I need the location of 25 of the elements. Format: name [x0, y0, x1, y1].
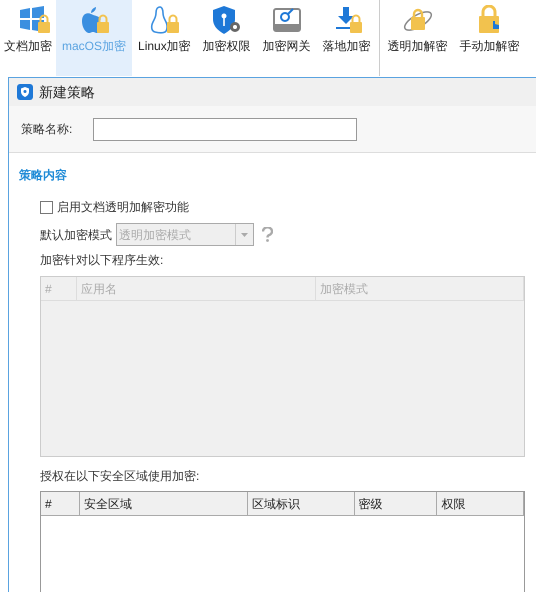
table-caption: 加密针对以下程序生效: — [40, 252, 164, 269]
field-label: 默认加密模式 — [40, 226, 112, 244]
toolbar-button[interactable]: 文档加密 — [0, 0, 56, 76]
windows-lock-icon — [18, 5, 52, 35]
column-header[interactable]: # — [41, 492, 80, 515]
table-caption: 授权在以下安全区域使用加密: — [40, 468, 200, 485]
toolbar-button[interactable]: 透明加解密 — [378, 0, 454, 76]
toolbar-button[interactable]: 加密权限 — [196, 0, 257, 76]
dialog-title: 新建策略 — [39, 82, 95, 102]
shield-icon — [17, 84, 33, 100]
checkbox[interactable] — [40, 200, 53, 214]
caret-icon — [241, 232, 248, 236]
column-header[interactable]: 密级 — [354, 492, 438, 515]
toolbar-button[interactable]: 加密网关 — [256, 0, 317, 76]
name-input-field[interactable] — [93, 118, 357, 140]
help-icon[interactable] — [262, 227, 273, 242]
toolbar-button[interactable]: 手动加解密 — [454, 0, 526, 76]
section-title: 策略内容 — [19, 167, 68, 184]
field-label: 策略名称: — [21, 121, 74, 138]
checkbox-label: 启用文档透明加解密功能 — [57, 199, 189, 216]
column-header[interactable]: 安全区域 — [80, 492, 248, 515]
column-header[interactable]: 区域标识 — [248, 492, 355, 515]
column-header[interactable]: 权限 — [437, 492, 524, 515]
toolbar-button[interactable]: Linux加密 — [132, 0, 197, 76]
toolbar-button[interactable]: 落地加密 — [316, 0, 377, 76]
